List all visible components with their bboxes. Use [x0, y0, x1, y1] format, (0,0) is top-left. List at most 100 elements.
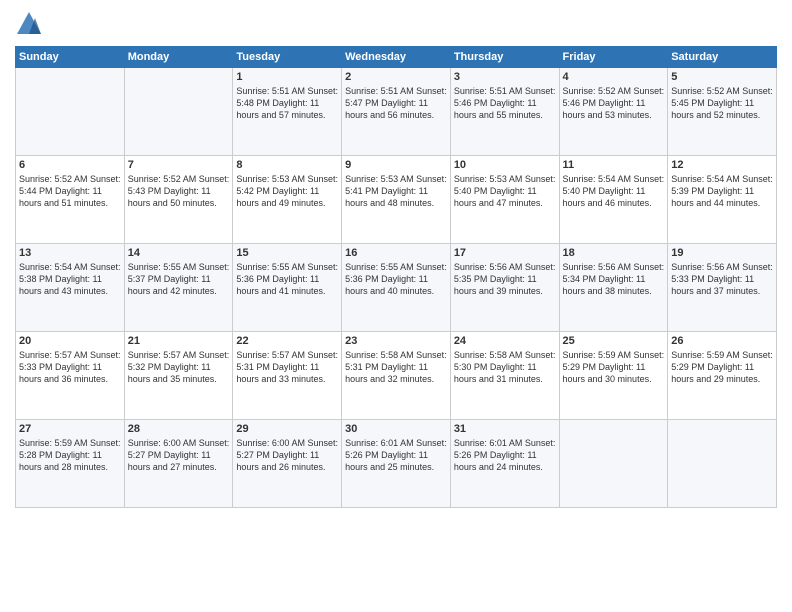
- day-info: Sunrise: 6:00 AM Sunset: 5:27 PM Dayligh…: [128, 437, 230, 473]
- day-number: 6: [19, 159, 121, 171]
- day-number: 15: [236, 247, 338, 259]
- day-info: Sunrise: 5:53 AM Sunset: 5:42 PM Dayligh…: [236, 173, 338, 209]
- day-number: 13: [19, 247, 121, 259]
- day-info: Sunrise: 5:56 AM Sunset: 5:35 PM Dayligh…: [454, 261, 556, 297]
- calendar-cell: 21Sunrise: 5:57 AM Sunset: 5:32 PM Dayli…: [124, 332, 233, 420]
- calendar-cell: 13Sunrise: 5:54 AM Sunset: 5:38 PM Dayli…: [16, 244, 125, 332]
- day-info: Sunrise: 6:01 AM Sunset: 5:26 PM Dayligh…: [454, 437, 556, 473]
- calendar-cell: 10 Sunrise: 5:53 AM Sunset: 5:40 PM Dayli…: [450, 156, 559, 244]
- day-number: 19: [671, 247, 773, 259]
- header-row: SundayMondayTuesdayWednesdayThursdayFrid…: [16, 47, 777, 68]
- week-row-1: 1 Sunrise: 5:51 AM Sunset: 5:48 PM Daylig…: [16, 68, 777, 156]
- calendar-cell: [559, 420, 668, 508]
- day-number: 3: [454, 71, 556, 83]
- day-number: 1: [236, 71, 338, 83]
- day-info: Sunrise: 5:55 AM Sunset: 5:37 PM Dayligh…: [128, 261, 230, 297]
- calendar-cell: [16, 68, 125, 156]
- day-info: Sunrise: 5:54 AM Sunset: 5:39 PM Dayligh…: [671, 173, 773, 209]
- calendar-cell: 23 Sunrise: 5:58 AM Sunset: 5:31 PM Dayli…: [342, 332, 451, 420]
- logo-icon: [15, 10, 43, 38]
- calendar-cell: 28 Sunrise: 6:00 AM Sunset: 5:27 PM Dayli…: [124, 420, 233, 508]
- day-info: Sunrise: 5:53 AM Sunset: 5:40 PM Dayligh…: [454, 173, 556, 209]
- calendar-cell: 15 Sunrise: 5:55 AM Sunset: 5:36 PM Dayli…: [233, 244, 342, 332]
- header-cell-wednesday: Wednesday: [342, 47, 451, 68]
- day-info: Sunrise: 5:59 AM Sunset: 5:29 PM Dayligh…: [563, 349, 665, 385]
- calendar-cell: 19 Sunrise: 5:56 AM Sunset: 5:33 PM Dayli…: [668, 244, 777, 332]
- calendar-cell: 25 Sunrise: 5:59 AM Sunset: 5:29 PM Dayli…: [559, 332, 668, 420]
- day-info: Sunrise: 5:52 AM Sunset: 5:43 PM Dayligh…: [128, 173, 230, 209]
- calendar-cell: 22 Sunrise: 5:57 AM Sunset: 5:31 PM Dayli…: [233, 332, 342, 420]
- calendar-cell: 31 Sunrise: 6:01 AM Sunset: 5:26 PM Dayli…: [450, 420, 559, 508]
- day-number: 16: [345, 247, 447, 259]
- calendar-header: SundayMondayTuesdayWednesdayThursdayFrid…: [16, 47, 777, 68]
- day-info: Sunrise: 5:57 AM Sunset: 5:32 PM Dayligh…: [128, 349, 230, 385]
- day-number: 7: [128, 159, 230, 171]
- day-info: Sunrise: 5:51 AM Sunset: 5:46 PM Dayligh…: [454, 85, 556, 121]
- header-cell-friday: Friday: [559, 47, 668, 68]
- calendar-cell: 29 Sunrise: 6:00 AM Sunset: 5:27 PM Dayli…: [233, 420, 342, 508]
- calendar-cell: [124, 68, 233, 156]
- day-number: 12: [671, 159, 773, 171]
- day-info: Sunrise: 5:51 AM Sunset: 5:47 PM Dayligh…: [345, 85, 447, 121]
- calendar-cell: 3 Sunrise: 5:51 AM Sunset: 5:46 PM Daylig…: [450, 68, 559, 156]
- calendar-cell: 14 Sunrise: 5:55 AM Sunset: 5:37 PM Dayli…: [124, 244, 233, 332]
- day-number: 28: [128, 423, 230, 435]
- calendar-cell: 5 Sunrise: 5:52 AM Sunset: 5:45 PM Daylig…: [668, 68, 777, 156]
- calendar-cell: 27Sunrise: 5:59 AM Sunset: 5:28 PM Dayli…: [16, 420, 125, 508]
- calendar-cell: [668, 420, 777, 508]
- calendar-cell: 24 Sunrise: 5:58 AM Sunset: 5:30 PM Dayli…: [450, 332, 559, 420]
- day-number: 22: [236, 335, 338, 347]
- calendar-cell: 20 Sunrise: 5:57 AM Sunset: 5:33 PM Dayli…: [16, 332, 125, 420]
- day-info: Sunrise: 6:01 AM Sunset: 5:26 PM Dayligh…: [345, 437, 447, 473]
- day-number: 23: [345, 335, 447, 347]
- day-number: 29: [236, 423, 338, 435]
- calendar-table: SundayMondayTuesdayWednesdayThursdayFrid…: [15, 46, 777, 508]
- day-info: Sunrise: 5:58 AM Sunset: 5:30 PM Dayligh…: [454, 349, 556, 385]
- calendar-cell: 9Sunrise: 5:53 AM Sunset: 5:41 PM Daylig…: [342, 156, 451, 244]
- calendar-cell: 18Sunrise: 5:56 AM Sunset: 5:34 PM Dayli…: [559, 244, 668, 332]
- day-info: Sunrise: 5:53 AM Sunset: 5:41 PM Dayligh…: [345, 173, 447, 209]
- day-info: Sunrise: 5:52 AM Sunset: 5:44 PM Dayligh…: [19, 173, 121, 209]
- day-info: Sunrise: 5:58 AM Sunset: 5:31 PM Dayligh…: [345, 349, 447, 385]
- day-number: 2: [345, 71, 447, 83]
- day-number: 30: [345, 423, 447, 435]
- day-number: 25: [563, 335, 665, 347]
- day-info: Sunrise: 5:55 AM Sunset: 5:36 PM Dayligh…: [236, 261, 338, 297]
- calendar-cell: 2 Sunrise: 5:51 AM Sunset: 5:47 PM Daylig…: [342, 68, 451, 156]
- header-cell-tuesday: Tuesday: [233, 47, 342, 68]
- logo: [15, 10, 47, 38]
- day-info: Sunrise: 5:54 AM Sunset: 5:40 PM Dayligh…: [563, 173, 665, 209]
- calendar-cell: 11 Sunrise: 5:54 AM Sunset: 5:40 PM Dayli…: [559, 156, 668, 244]
- calendar-cell: 8 Sunrise: 5:53 AM Sunset: 5:42 PM Daylig…: [233, 156, 342, 244]
- calendar-cell: 7 Sunrise: 5:52 AM Sunset: 5:43 PM Daylig…: [124, 156, 233, 244]
- calendar-cell: 4 Sunrise: 5:52 AM Sunset: 5:46 PM Daylig…: [559, 68, 668, 156]
- header-cell-monday: Monday: [124, 47, 233, 68]
- day-number: 31: [454, 423, 556, 435]
- header-cell-thursday: Thursday: [450, 47, 559, 68]
- calendar-body: 1 Sunrise: 5:51 AM Sunset: 5:48 PM Daylig…: [16, 68, 777, 508]
- day-info: Sunrise: 5:56 AM Sunset: 5:33 PM Dayligh…: [671, 261, 773, 297]
- day-number: 14: [128, 247, 230, 259]
- day-number: 10: [454, 159, 556, 171]
- calendar-cell: 26Sunrise: 5:59 AM Sunset: 5:29 PM Dayli…: [668, 332, 777, 420]
- day-info: Sunrise: 5:57 AM Sunset: 5:33 PM Dayligh…: [19, 349, 121, 385]
- day-number: 27: [19, 423, 121, 435]
- day-info: Sunrise: 5:52 AM Sunset: 5:45 PM Dayligh…: [671, 85, 773, 121]
- day-number: 8: [236, 159, 338, 171]
- day-info: Sunrise: 5:57 AM Sunset: 5:31 PM Dayligh…: [236, 349, 338, 385]
- week-row-3: 13Sunrise: 5:54 AM Sunset: 5:38 PM Dayli…: [16, 244, 777, 332]
- day-info: Sunrise: 6:00 AM Sunset: 5:27 PM Dayligh…: [236, 437, 338, 473]
- day-info: Sunrise: 5:56 AM Sunset: 5:34 PM Dayligh…: [563, 261, 665, 297]
- day-number: 4: [563, 71, 665, 83]
- day-info: Sunrise: 5:52 AM Sunset: 5:46 PM Dayligh…: [563, 85, 665, 121]
- day-number: 24: [454, 335, 556, 347]
- calendar-cell: 30 Sunrise: 6:01 AM Sunset: 5:26 PM Dayli…: [342, 420, 451, 508]
- day-info: Sunrise: 5:51 AM Sunset: 5:48 PM Dayligh…: [236, 85, 338, 121]
- day-number: 17: [454, 247, 556, 259]
- week-row-5: 27Sunrise: 5:59 AM Sunset: 5:28 PM Dayli…: [16, 420, 777, 508]
- day-number: 11: [563, 159, 665, 171]
- calendar-cell: 16Sunrise: 5:55 AM Sunset: 5:36 PM Dayli…: [342, 244, 451, 332]
- day-number: 5: [671, 71, 773, 83]
- page: SundayMondayTuesdayWednesdayThursdayFrid…: [0, 0, 792, 612]
- day-number: 20: [19, 335, 121, 347]
